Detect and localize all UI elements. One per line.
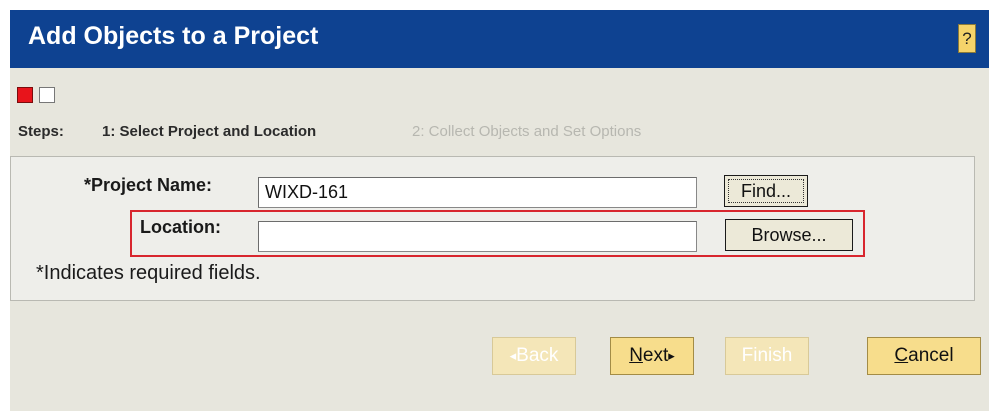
find-button-label: Find... — [728, 179, 804, 203]
step-indicator-current — [17, 87, 33, 103]
step-2-label: 2: Collect Objects and Set Options — [412, 123, 642, 140]
step-1-label: 1: Select Project and Location — [102, 123, 317, 140]
add-objects-dialog: Add Objects to a Project ? Steps: 1: Sel… — [10, 10, 989, 411]
form-panel: *Project Name: Find... Location: Browse.… — [10, 156, 975, 301]
find-button[interactable]: Find... — [724, 175, 808, 207]
back-button[interactable]: ◂Back — [492, 337, 576, 375]
title-bar: Add Objects to a Project ? — [10, 10, 989, 68]
dialog-title: Add Objects to a Project — [28, 22, 319, 50]
next-button[interactable]: Next▸ — [610, 337, 694, 375]
back-button-label: Back — [516, 345, 559, 366]
cancel-button[interactable]: Cancel — [867, 337, 981, 375]
location-input[interactable] — [258, 221, 697, 252]
next-arrow-icon: ▸ — [668, 348, 675, 363]
location-label: Location: — [140, 217, 221, 237]
project-name-label: *Project Name: — [84, 175, 213, 195]
browse-button[interactable]: Browse... — [725, 219, 853, 251]
project-name-input[interactable] — [258, 177, 697, 208]
required-fields-note: *Indicates required fields. — [36, 262, 261, 284]
steps-label: Steps: — [18, 123, 64, 140]
step-indicator-pending — [39, 87, 55, 103]
cancel-button-label: Cancel — [894, 345, 954, 366]
finish-button[interactable]: Finish — [725, 337, 809, 375]
next-button-label: Next — [629, 345, 669, 366]
help-button[interactable]: ? — [958, 24, 976, 53]
